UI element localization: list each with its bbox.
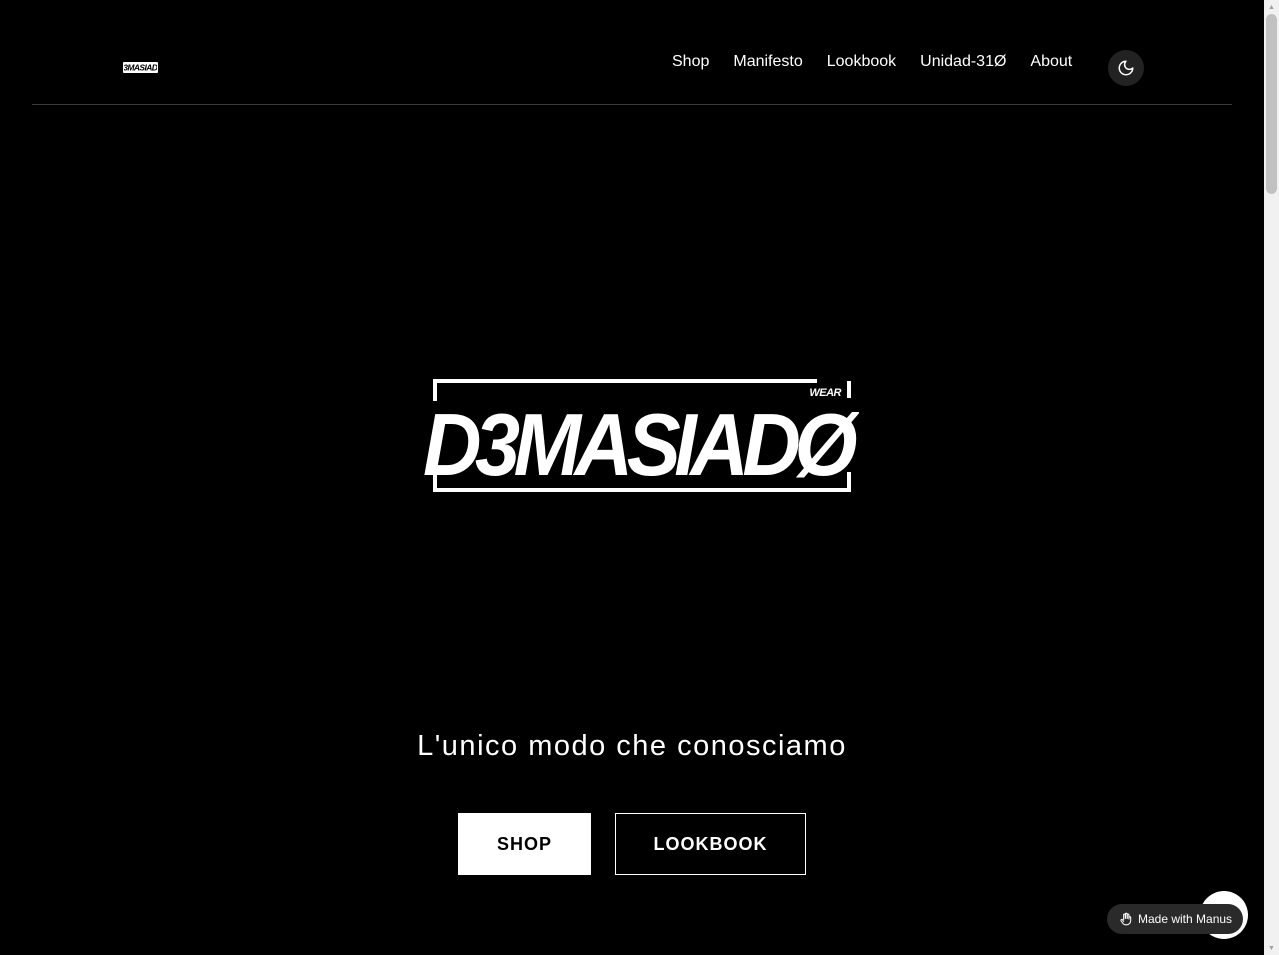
scroll-down-arrow-icon[interactable]: ▼ bbox=[1264, 941, 1279, 955]
site-header: D3MASIADØ Shop Manifesto Lookbook Unidad… bbox=[32, 0, 1232, 105]
nav-about[interactable]: About bbox=[1030, 52, 1072, 72]
main-nav: Shop Manifesto Lookbook Unidad-31Ø About bbox=[672, 52, 1072, 72]
nav-lookbook[interactable]: Lookbook bbox=[827, 52, 896, 72]
lookbook-button[interactable]: LOOKBOOK bbox=[615, 813, 806, 875]
nav-unidad-310[interactable]: Unidad-31Ø bbox=[920, 52, 1006, 72]
header-logo-wordmark: D3MASIADØ bbox=[124, 63, 157, 72]
page: D3MASIADØ Shop Manifesto Lookbook Unidad… bbox=[0, 0, 1264, 955]
theme-toggle-button[interactable] bbox=[1108, 50, 1144, 86]
hero-logo: D3MASIADØ WEAR bbox=[421, 376, 868, 496]
vertical-scrollbar[interactable]: ▲ ▼ bbox=[1264, 0, 1279, 955]
moon-icon bbox=[1118, 60, 1134, 76]
hero-tagline: L'unico modo che conosciamo bbox=[417, 730, 847, 762]
svg-text:WEAR: WEAR bbox=[809, 387, 841, 399]
svg-text:D3MASIADØ: D3MASIADØ bbox=[124, 63, 157, 72]
badge-label: Made with Manus bbox=[1138, 912, 1233, 926]
shop-button[interactable]: SHOP bbox=[458, 813, 591, 875]
scrollbar-thumb[interactable] bbox=[1266, 14, 1277, 194]
scroll-up-arrow-icon[interactable]: ▲ bbox=[1264, 0, 1279, 14]
manus-hand-icon bbox=[1120, 912, 1132, 926]
hero-logo-image: D3MASIADØ WEAR bbox=[423, 379, 868, 494]
header-logo[interactable]: D3MASIADØ bbox=[123, 62, 158, 73]
made-with-manus-badge[interactable]: Made with Manus bbox=[1107, 904, 1244, 934]
nav-manifesto[interactable]: Manifesto bbox=[733, 52, 802, 72]
svg-text:D3MASIADØ: D3MASIADØ bbox=[423, 395, 859, 494]
nav-shop[interactable]: Shop bbox=[672, 52, 709, 72]
